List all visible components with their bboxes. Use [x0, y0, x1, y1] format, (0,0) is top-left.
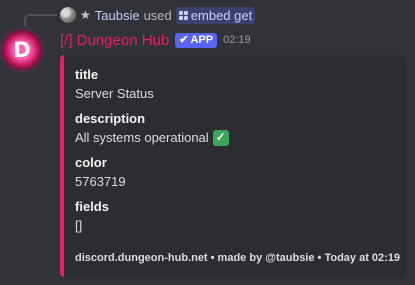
embed-field-value: [] [75, 216, 394, 235]
reply-user-avatar[interactable] [60, 7, 76, 23]
embed-field-name: fields [75, 199, 109, 214]
app-badge: ✔ APP [175, 32, 218, 48]
star-icon: ★ [80, 8, 91, 22]
embed-field-name: title [75, 67, 99, 82]
embed-field-value: All systems operational ✓ [75, 128, 394, 147]
reply-username[interactable]: Taubsie [95, 8, 140, 23]
embed-field-value: 5763719 [75, 172, 394, 191]
checkmark-icon: ✔ [179, 33, 189, 46]
bot-avatar[interactable]: D [2, 30, 42, 70]
command-name: embed get [190, 7, 253, 23]
embed-field: color 5763719 [75, 154, 394, 191]
reply-connector [24, 14, 57, 26]
embed-card: title Server Status description All syst… [60, 55, 406, 277]
embed-field: fields [] [75, 198, 394, 235]
field-value-text: 5763719 [75, 174, 126, 189]
reply-used-text: used [143, 7, 172, 23]
field-value-text: Server Status [75, 86, 154, 101]
chat-message: ★ Taubsie used embed get D [/] Dungeon H… [0, 0, 415, 285]
embed-field-name: description [75, 111, 146, 126]
embed-field: title Server Status [75, 66, 394, 103]
embed-field: description All systems operational ✓ [75, 110, 394, 147]
reply-reference[interactable]: ★ Taubsie used embed get [60, 5, 256, 25]
check-mark-emoji-icon: ✓ [212, 129, 229, 146]
message-timestamp[interactable]: 02:19 [223, 34, 251, 46]
embed-field-value: Server Status [75, 84, 394, 103]
embed-field-name: color [75, 155, 107, 170]
avatar-letter: D [13, 38, 31, 62]
bot-username[interactable]: [/] Dungeon Hub [60, 32, 169, 49]
field-value-text: All systems operational [75, 130, 209, 145]
slash-command-chip[interactable]: embed get [175, 6, 256, 24]
field-value-text: [] [75, 218, 83, 233]
app-badge-label: APP [190, 33, 214, 46]
command-grid-icon [178, 10, 188, 20]
embed-footer: discord.dungeon-hub.net • made by @taubs… [75, 252, 401, 264]
message-header: [/] Dungeon Hub ✔ APP 02:19 [60, 30, 251, 50]
